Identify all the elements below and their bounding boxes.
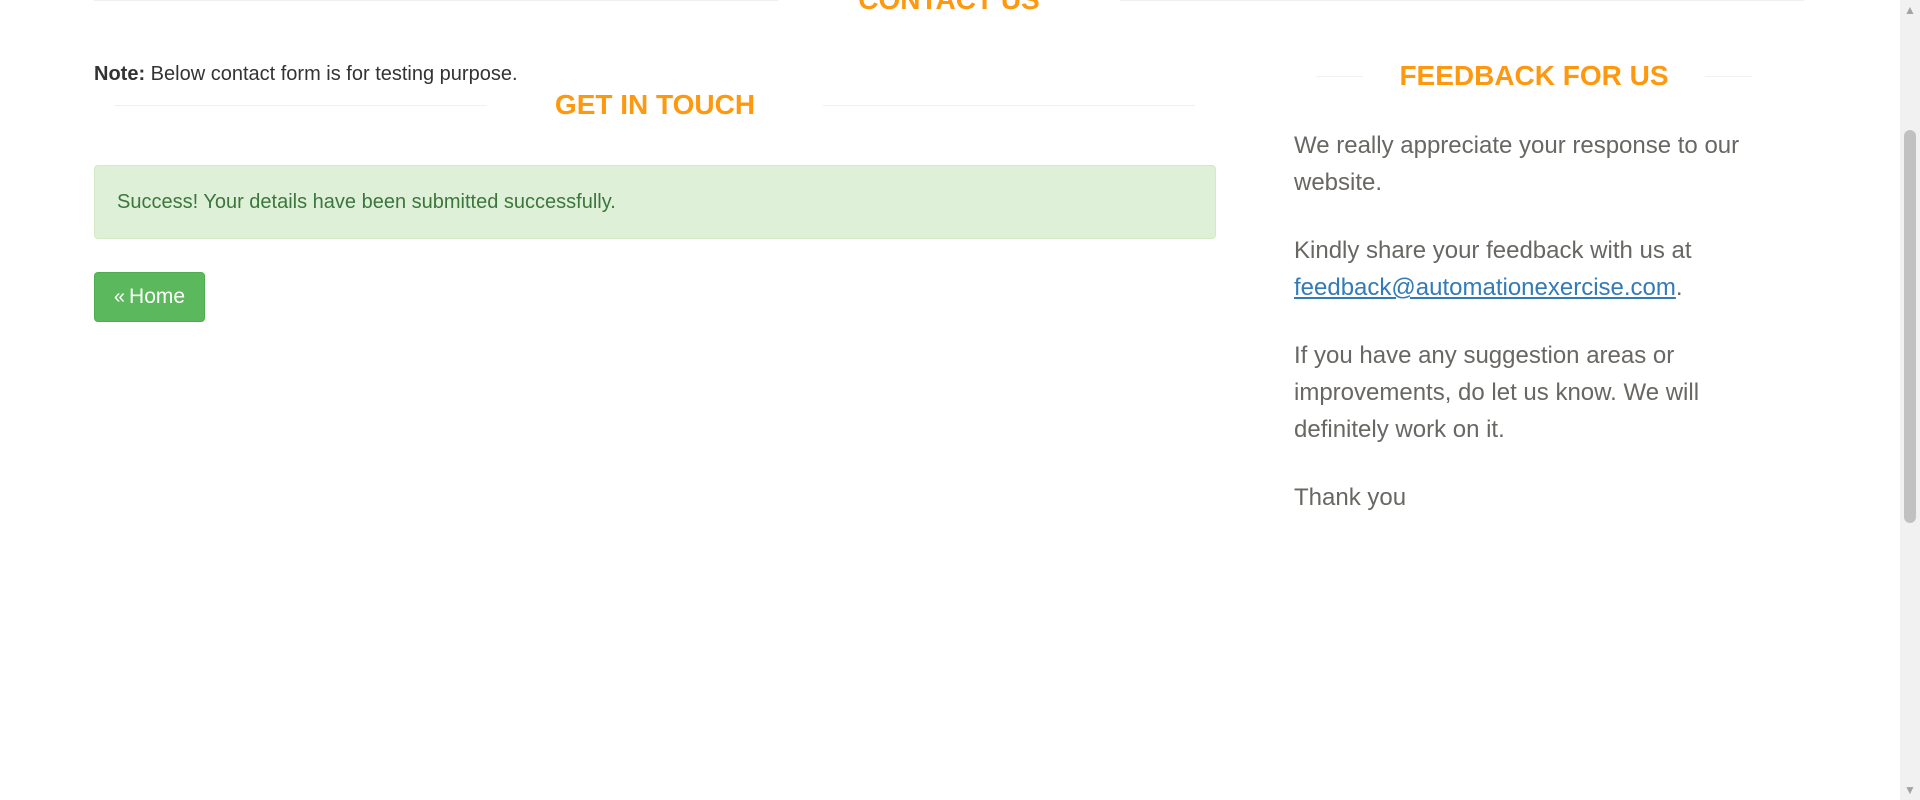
heading-line-left: [94, 0, 779, 1]
feedback-paragraph-2: Kindly share your feedback with us at fe…: [1294, 232, 1774, 306]
feedback-paragraph-2-suffix: .: [1675, 274, 1683, 301]
feedback-title: FEEDBACK FOR US: [1399, 60, 1669, 91]
feedback-body: We really appreciate your response to ou…: [1294, 127, 1774, 547]
note-label: Note:: [94, 63, 146, 85]
success-alert: Success! Your details have been submitte…: [94, 165, 1216, 239]
scrollbar-thumb[interactable]: [1904, 130, 1916, 523]
heading-line-left: [1316, 75, 1364, 77]
home-button[interactable]: « Home: [94, 272, 205, 322]
feedback-paragraph-3: If you have any suggestion areas or impr…: [1294, 342, 1700, 443]
home-button-label: Home: [129, 285, 186, 308]
contact-us-heading-block: CONTACT US: [94, 0, 1804, 20]
heading-line-right: [1704, 75, 1752, 77]
success-message: Success! Your details have been submitte…: [117, 190, 616, 213]
feedback-paragraph-2-prefix: Kindly share your feedback with us at: [1294, 237, 1692, 264]
feedback-paragraph-4: Thank you: [1294, 484, 1407, 511]
note-text: Below contact form is for testing purpos…: [145, 63, 518, 85]
heading-line-left: [115, 104, 487, 106]
feedback-heading-block: FEEDBACK FOR US: [1316, 56, 1752, 96]
heading-line-right: [1119, 0, 1804, 1]
feedback-email-link[interactable]: feedback@automationexercise.com: [1294, 274, 1676, 301]
vertical-scrollbar[interactable]: ▲ ▼: [1900, 0, 1920, 800]
scroll-up-arrow-icon[interactable]: ▲: [1900, 0, 1920, 20]
form-note: Note: Below contact form is for testing …: [94, 63, 518, 86]
contact-us-title: CONTACT US: [778, 0, 1119, 16]
get-in-touch-title: GET IN TOUCH: [554, 89, 756, 120]
contact-page: CONTACT US Note: Below contact form is f…: [0, 0, 1920, 800]
heading-line-right: [823, 104, 1195, 106]
feedback-paragraph-1: We really appreciate your response to ou…: [1294, 132, 1740, 196]
angle-double-left-icon: «: [113, 286, 126, 308]
get-in-touch-heading-block: GET IN TOUCH: [115, 85, 1195, 125]
scroll-down-arrow-icon[interactable]: ▼: [1900, 780, 1920, 800]
